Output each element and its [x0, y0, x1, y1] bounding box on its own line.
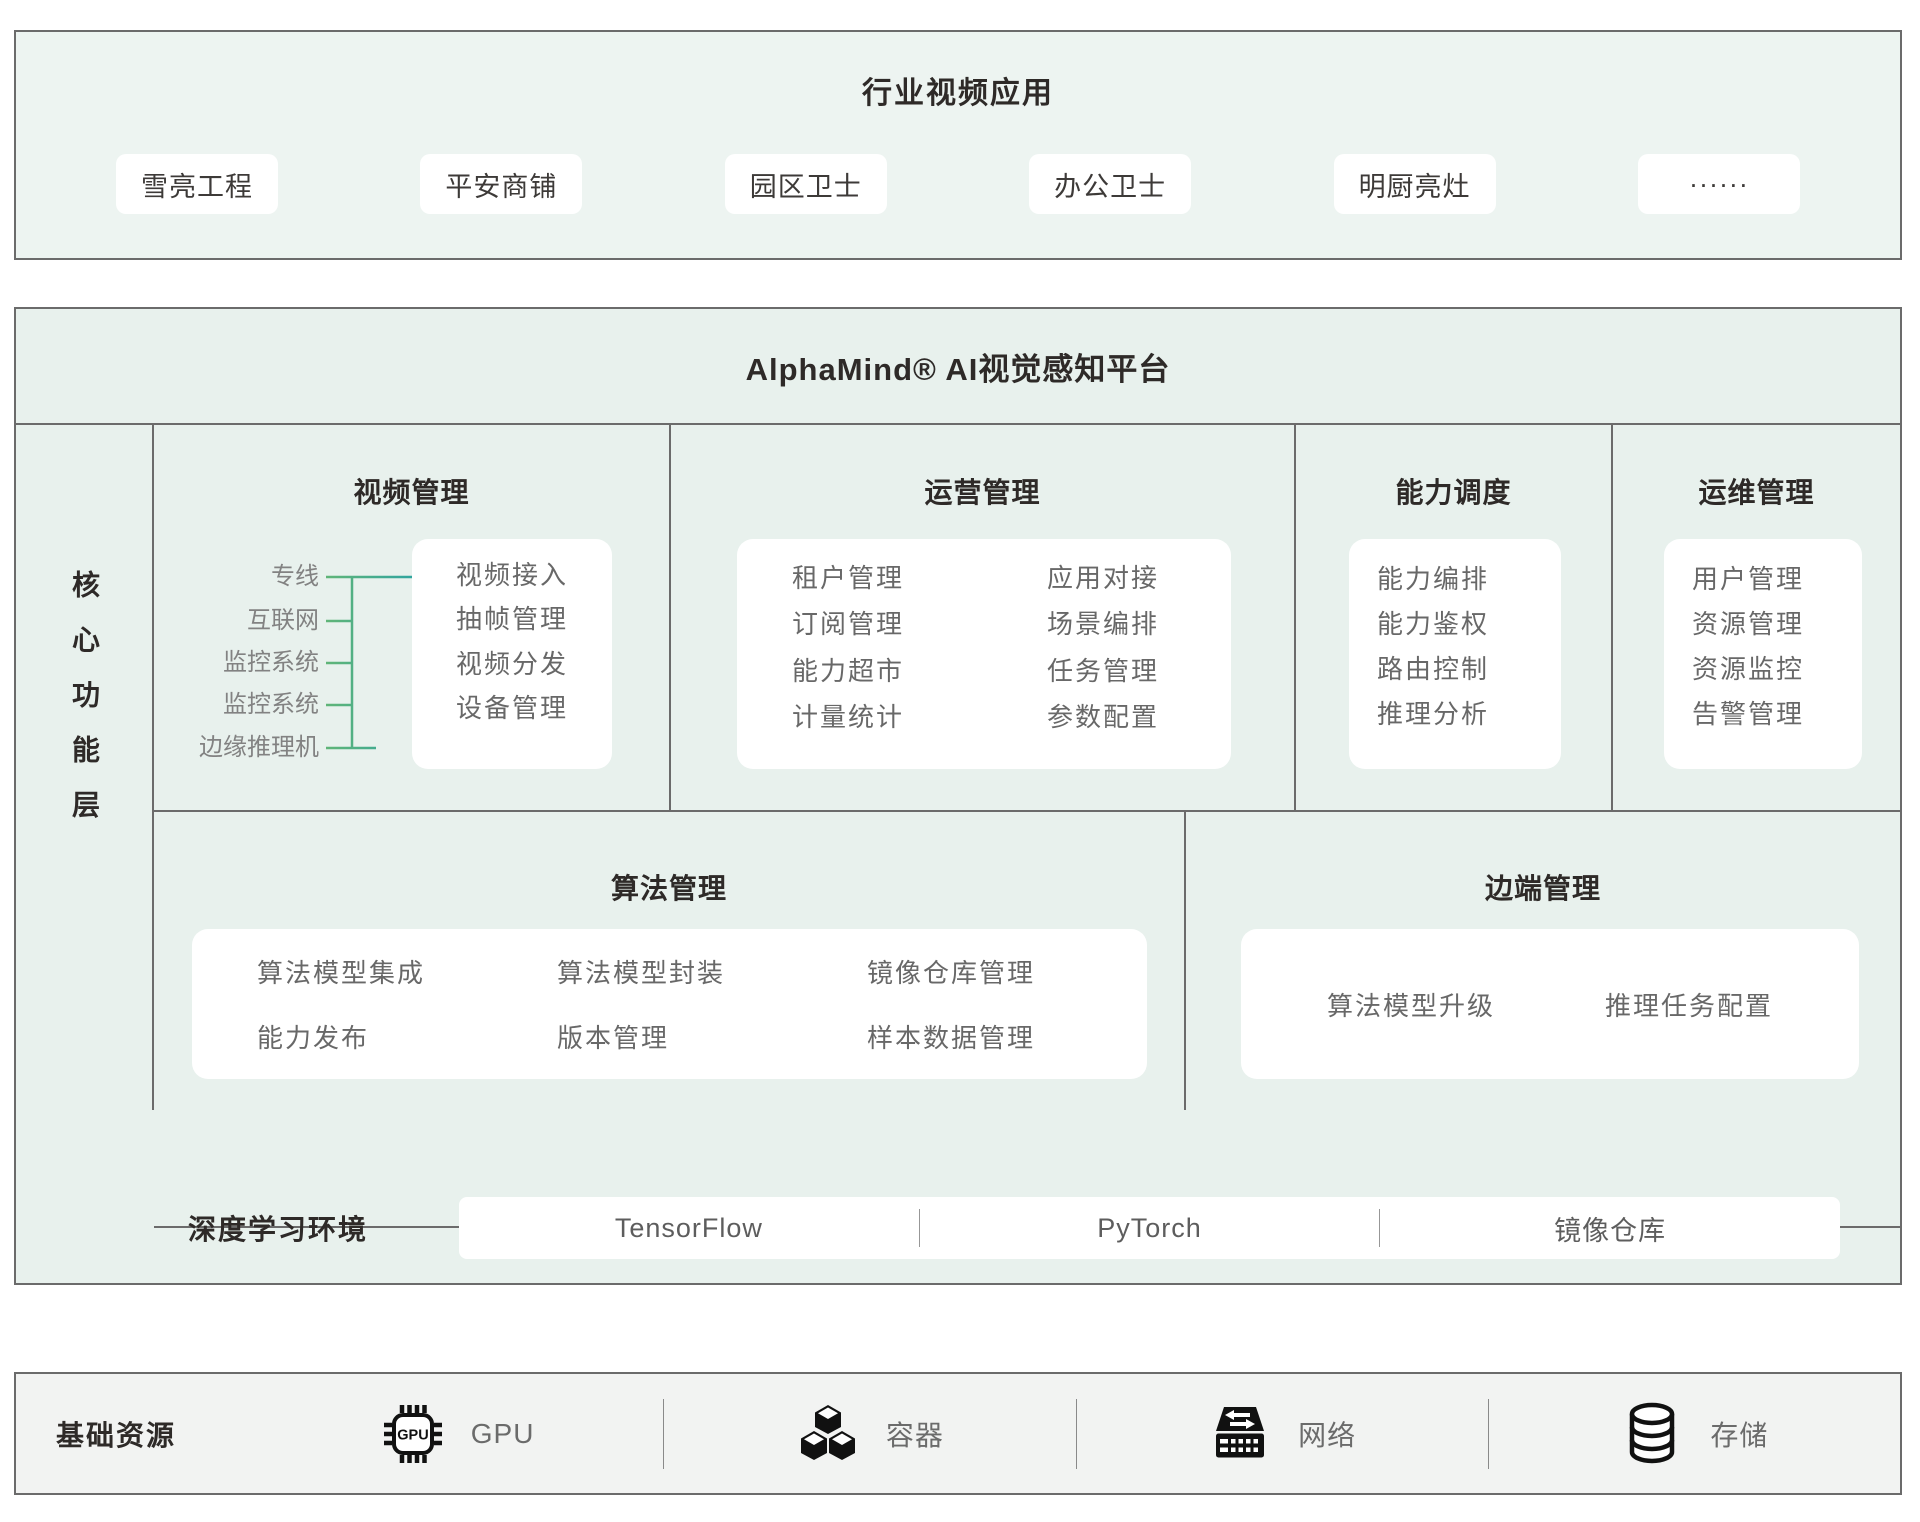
- industry-app-card: 园区卫士: [725, 154, 887, 214]
- function-item: 算法模型集成: [257, 953, 425, 990]
- video-source-label: 边缘推理机: [199, 732, 319, 764]
- core-function-layer: 核心功能层 视频管理: [16, 423, 1900, 1110]
- function-item: 能力发布: [257, 1018, 369, 1055]
- industry-app-card: 平安商铺: [420, 154, 582, 214]
- section-edge-management: 边端管理 算法模型升级 推理任务配置: [1184, 812, 1900, 1110]
- resource-network: 网络: [1077, 1402, 1488, 1466]
- function-item: 应用对接: [1047, 558, 1159, 595]
- deep-learning-env-band: 深度学习环境 TensorFlow PyTorch 镜像仓库: [154, 1226, 1900, 1228]
- industry-apps-title: 行业视频应用: [16, 32, 1900, 112]
- industry-app-card: 雪亮工程: [116, 154, 278, 214]
- industry-app-card: 办公卫士: [1029, 154, 1191, 214]
- section-algorithm-management: 算法管理 算法模型集成 算法模型封装 镜像仓库管理 能力发布 版本管理 样本数据…: [154, 812, 1184, 1110]
- architecture-diagram: 行业视频应用 雪亮工程 平安商铺 园区卫士 办公卫士 明厨亮灶 ······ A…: [0, 0, 1920, 1522]
- function-item: 资源监控: [1692, 649, 1862, 686]
- gpu-chip-icon: GPU: [381, 1402, 445, 1466]
- function-item: 订阅管理: [792, 604, 904, 641]
- container-cubes-icon: [796, 1402, 860, 1466]
- function-item: 推理分析: [1377, 694, 1561, 731]
- om-functions-card: 用户管理 资源管理 资源监控 告警管理: [1664, 539, 1862, 769]
- section-capability-scheduling: 能力调度 能力编排 能力鉴权 路由控制 推理分析: [1294, 425, 1611, 810]
- video-source-label: 监控系统: [223, 689, 319, 721]
- section-title: 视频管理: [154, 471, 669, 511]
- industry-app-card-more: ······: [1638, 154, 1800, 214]
- video-functions-card: 视频接入 抽帧管理 视频分发 设备管理: [412, 539, 612, 769]
- function-item: 设备管理: [456, 688, 568, 725]
- function-item: 能力编排: [1377, 559, 1561, 596]
- function-item: 推理任务配置: [1605, 986, 1773, 1023]
- resource-label: 存储: [1710, 1414, 1768, 1454]
- resource-label: 容器: [886, 1414, 944, 1454]
- section-title: 算法管理: [154, 867, 1184, 907]
- section-operations-management: 运营管理 租户管理 应用对接 订阅管理 场景编排 能力超市 任务管理 计量统计 …: [669, 425, 1294, 810]
- function-item: 版本管理: [557, 1018, 669, 1055]
- resource-label: 网络: [1298, 1414, 1356, 1454]
- core-layer-label-column: 核心功能层: [16, 425, 154, 1110]
- function-item: 路由控制: [1377, 649, 1561, 686]
- resource-storage: 存储: [1489, 1402, 1900, 1466]
- function-item: 场景编排: [1047, 604, 1159, 641]
- base-resources-label: 基础资源: [56, 1414, 252, 1454]
- function-item: 任务管理: [1047, 651, 1159, 688]
- function-item: 资源管理: [1692, 604, 1862, 641]
- industry-apps-row: 雪亮工程 平安商铺 园区卫士 办公卫士 明厨亮灶 ······: [116, 154, 1800, 214]
- function-item: 视频接入: [456, 555, 568, 592]
- function-item: 能力鉴权: [1377, 604, 1561, 641]
- video-source-label: 监控系统: [223, 647, 319, 679]
- function-item: 抽帧管理: [456, 599, 568, 636]
- platform-panel: AlphaMind® AI视觉感知平台 核心功能层 视频管理: [14, 307, 1902, 1285]
- network-switch-icon: [1208, 1402, 1272, 1466]
- section-om-management: 运维管理 用户管理 资源管理 资源监控 告警管理: [1611, 425, 1900, 810]
- function-item: 算法模型升级: [1327, 986, 1495, 1023]
- function-item: 参数配置: [1047, 697, 1159, 734]
- core-layer-label: 核心功能层: [64, 570, 104, 845]
- base-resources-panel: 基础资源 GPU GPU: [14, 1372, 1902, 1495]
- platform-title: AlphaMind® AI视觉感知平台: [16, 309, 1900, 423]
- svg-text:GPU: GPU: [397, 1427, 428, 1443]
- function-item: 镜像仓库管理: [867, 953, 1035, 990]
- video-source-label: 互联网: [247, 605, 319, 637]
- resource-container: 容器: [664, 1402, 1075, 1466]
- industry-app-card: 明厨亮灶: [1334, 154, 1496, 214]
- storage-database-icon: [1620, 1402, 1684, 1466]
- section-title: 运维管理: [1613, 471, 1900, 511]
- dl-env-item: TensorFlow: [459, 1213, 919, 1244]
- function-item: 用户管理: [1692, 559, 1862, 596]
- resource-label: GPU: [471, 1418, 535, 1450]
- dl-env-item: PyTorch: [920, 1213, 1380, 1244]
- operations-functions-card: 租户管理 应用对接 订阅管理 场景编排 能力超市 任务管理 计量统计 参数配置: [737, 539, 1231, 769]
- function-item: 视频分发: [456, 644, 568, 681]
- section-title: 能力调度: [1296, 471, 1611, 511]
- algorithm-functions-card: 算法模型集成 算法模型封装 镜像仓库管理 能力发布 版本管理 样本数据管理: [192, 929, 1147, 1079]
- function-item: 样本数据管理: [867, 1018, 1035, 1055]
- deep-learning-env-bar: TensorFlow PyTorch 镜像仓库: [459, 1197, 1840, 1259]
- core-content: 视频管理: [154, 425, 1900, 1110]
- function-item: 租户管理: [792, 558, 904, 595]
- function-item: 计量统计: [792, 697, 904, 734]
- section-video-management: 视频管理: [154, 425, 669, 810]
- function-item: 告警管理: [1692, 694, 1862, 731]
- base-resources-row: GPU GPU 容器: [252, 1374, 1900, 1493]
- industry-apps-panel: 行业视频应用 雪亮工程 平安商铺 园区卫士 办公卫士 明厨亮灶 ······: [14, 30, 1902, 260]
- section-title: 边端管理: [1186, 867, 1900, 907]
- deep-learning-env-label: 深度学习环境: [188, 1208, 425, 1248]
- section-title: 运营管理: [671, 471, 1294, 511]
- edge-functions-card: 算法模型升级 推理任务配置: [1241, 929, 1859, 1079]
- video-source-label: 专线: [271, 561, 319, 593]
- core-row-2: 算法管理 算法模型集成 算法模型封装 镜像仓库管理 能力发布 版本管理 样本数据…: [154, 812, 1900, 1110]
- function-item: 能力超市: [792, 651, 904, 688]
- scheduling-functions-card: 能力编排 能力鉴权 路由控制 推理分析: [1349, 539, 1561, 769]
- function-item: 算法模型封装: [557, 953, 725, 990]
- resource-gpu: GPU GPU: [252, 1402, 663, 1466]
- core-row-1: 视频管理: [154, 425, 1900, 812]
- dl-env-item: 镜像仓库: [1380, 1209, 1840, 1248]
